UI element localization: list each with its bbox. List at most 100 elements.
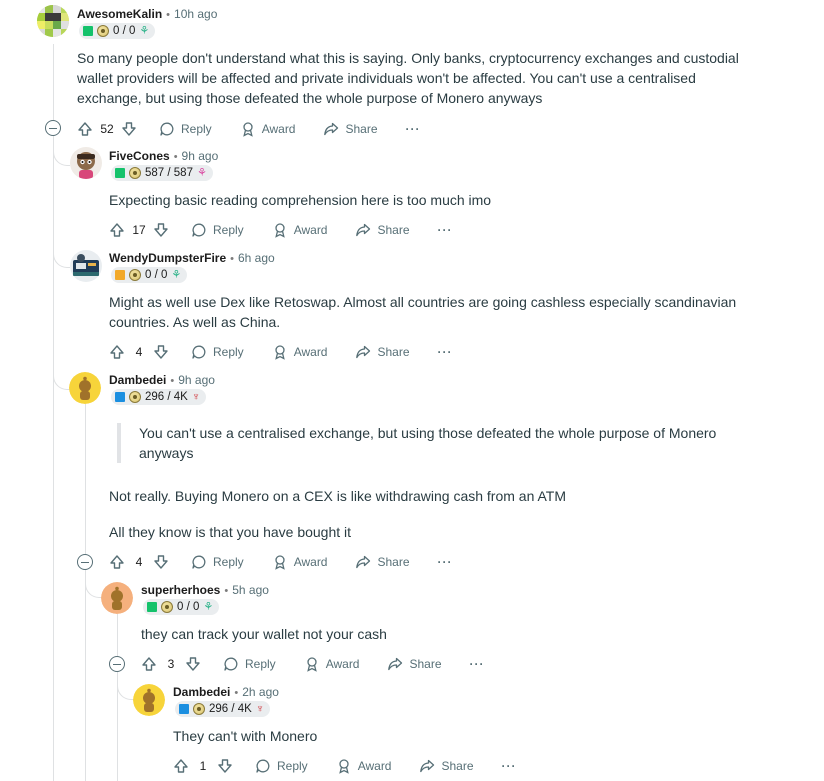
avatar[interactable] (133, 684, 165, 716)
downvote-icon[interactable] (153, 344, 169, 360)
flair-karma: 0 / 0 (177, 601, 200, 613)
award-button[interactable]: Award (272, 554, 327, 570)
downvote-icon[interactable] (185, 656, 201, 672)
avatar[interactable] (70, 250, 102, 282)
timestamp[interactable]: 5h ago (232, 583, 269, 597)
comment-actions: 1 Reply Award Share ··· (173, 754, 517, 778)
more-options-button[interactable]: ··· (438, 555, 453, 569)
monero-coin-icon (129, 167, 141, 179)
share-icon (387, 656, 403, 672)
upvote-icon[interactable] (109, 554, 125, 570)
username[interactable]: superherhoes (141, 583, 220, 597)
thread-elbow (85, 570, 102, 598)
upvote-icon[interactable] (173, 758, 189, 774)
timestamp[interactable]: 6h ago (238, 251, 275, 265)
award-label: Award (325, 657, 360, 671)
reply-button[interactable]: Reply (159, 121, 212, 137)
comment-bubble-icon (191, 344, 207, 360)
timestamp[interactable]: 2h ago (242, 685, 279, 699)
share-button[interactable]: Share (355, 344, 410, 360)
award-button[interactable]: Award (336, 758, 392, 774)
flair-karma: 296 / 4K (145, 391, 188, 403)
comment-paragraph: they can track your wallet not your cash (141, 626, 387, 642)
award-button[interactable]: Award (304, 656, 360, 672)
collapse-button[interactable] (77, 554, 93, 570)
more-options-button[interactable]: ··· (406, 122, 421, 136)
share-label: Share (377, 223, 410, 237)
comment-actions: 4 Reply Award Share ··· (109, 550, 453, 574)
monero-coin-icon (161, 601, 173, 613)
username[interactable]: WendyDumpsterFire (109, 251, 226, 265)
comment-body: Not really. Buying Monero on a CEX is li… (109, 486, 749, 542)
award-label: Award (357, 759, 392, 773)
award-icon (240, 121, 256, 137)
lobster-icon: ♆ (191, 390, 201, 403)
flair-karma: 0 / 0 (113, 25, 136, 37)
separator: • (170, 375, 175, 387)
downvote-icon[interactable] (153, 554, 169, 570)
collapse-button[interactable] (109, 656, 125, 672)
username[interactable]: Dambedei (109, 373, 166, 387)
reply-button[interactable]: Reply (191, 554, 244, 570)
avatar[interactable] (37, 5, 69, 37)
vote-count: 52 (100, 122, 114, 136)
monero-coin-icon (129, 391, 141, 403)
user-flair: 296 / 4K ♆ (175, 701, 271, 717)
share-button[interactable]: Share (419, 758, 474, 774)
more-options-button[interactable]: ··· (502, 759, 517, 773)
flair-square (115, 392, 125, 402)
avatar[interactable] (70, 147, 102, 179)
award-button[interactable]: Award (272, 344, 327, 360)
monero-coin-icon (193, 703, 205, 715)
more-options-button[interactable]: ··· (438, 345, 453, 359)
comment-body: They can't with Monero (173, 726, 733, 746)
downvote-icon[interactable] (153, 222, 169, 238)
comment-body: Might as well use Dex like Retoswap. Alm… (109, 292, 749, 332)
more-options-button[interactable]: ··· (470, 657, 485, 671)
upvote-icon[interactable] (109, 344, 125, 360)
share-button[interactable]: Share (387, 656, 442, 672)
flair-square (83, 26, 93, 36)
user-flair: 0 / 0 ⚘ (143, 599, 220, 615)
upvote-icon[interactable] (141, 656, 157, 672)
share-button[interactable]: Share (355, 554, 410, 570)
timestamp[interactable]: 9h ago (178, 373, 215, 387)
downvote-icon[interactable] (217, 758, 233, 774)
more-options-button[interactable]: ··· (438, 223, 453, 237)
award-button[interactable]: Award (240, 121, 295, 137)
timestamp[interactable]: 9h ago (182, 149, 219, 163)
avatar[interactable] (101, 582, 133, 614)
share-button[interactable]: Share (323, 121, 378, 137)
thread-line-dambedei (85, 404, 86, 781)
reply-button[interactable]: Reply (191, 344, 244, 360)
share-label: Share (377, 555, 410, 569)
reply-button[interactable]: Reply (223, 656, 276, 672)
reply-label: Reply (213, 345, 244, 359)
award-button[interactable]: Award (272, 222, 327, 238)
share-button[interactable]: Share (355, 222, 410, 238)
downvote-icon[interactable] (121, 121, 137, 137)
squid-icon: ⚘ (139, 24, 150, 37)
collapse-button[interactable] (45, 120, 61, 136)
separator: • (166, 9, 171, 21)
share-label: Share (377, 345, 410, 359)
vote-count: 3 (167, 657, 175, 671)
award-icon (272, 344, 288, 360)
separator: • (224, 585, 229, 597)
reply-button[interactable]: Reply (255, 758, 308, 774)
comment-paragraph: So many people don't understand what thi… (77, 50, 739, 106)
timestamp[interactable]: 10h ago (174, 7, 217, 21)
separator: • (234, 687, 239, 699)
comment-bubble-icon (255, 758, 271, 774)
comment-body: So many people don't understand what thi… (77, 48, 757, 108)
thread-elbow (53, 136, 70, 166)
upvote-icon[interactable] (109, 222, 125, 238)
share-label: Share (345, 122, 378, 136)
reply-button[interactable]: Reply (191, 222, 244, 238)
flair-karma: 296 / 4K (209, 703, 252, 715)
upvote-icon[interactable] (77, 121, 93, 137)
username[interactable]: FiveCones (109, 149, 170, 163)
username[interactable]: Dambedei (173, 685, 230, 699)
username[interactable]: AwesomeKalin (77, 7, 162, 21)
avatar[interactable] (69, 372, 101, 404)
